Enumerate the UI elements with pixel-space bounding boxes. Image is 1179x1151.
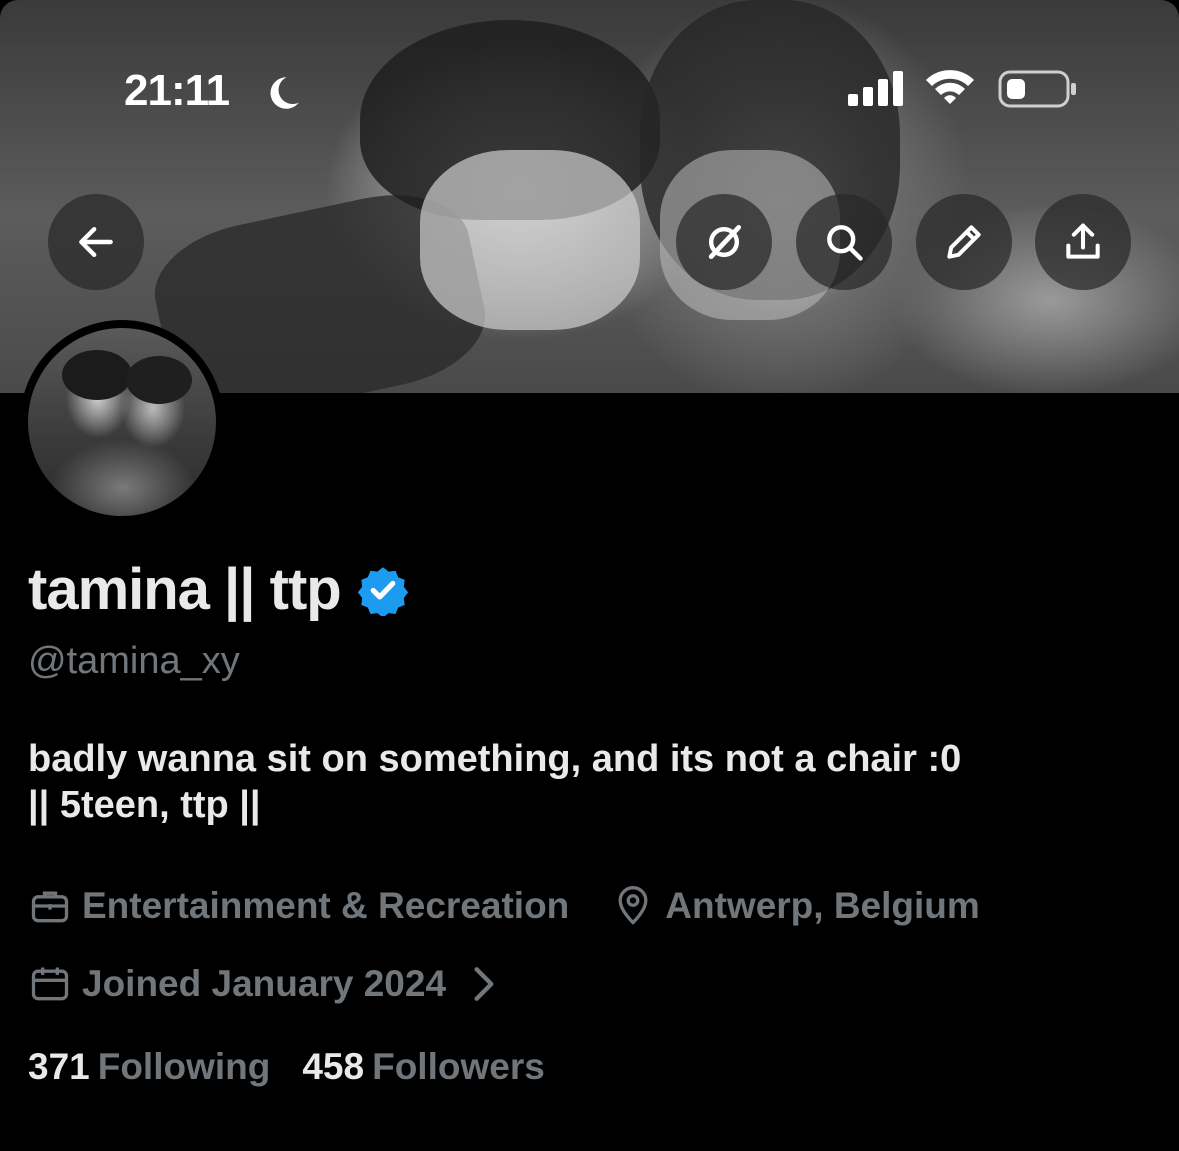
follow-stats: 371 Following 458 Followers — [28, 1046, 577, 1088]
signal-icon — [848, 71, 903, 106]
joined-text: Joined January 2024 — [82, 963, 447, 1004]
bio-line-1: badly wanna sit on something, and its no… — [28, 738, 962, 780]
following-count: 371 — [28, 1046, 90, 1087]
edit-pencil-icon — [947, 225, 981, 259]
search-icon — [827, 225, 863, 261]
back-button[interactable] — [48, 194, 144, 290]
display-name: tamina || ttp — [28, 557, 342, 622]
search-button[interactable] — [796, 194, 892, 290]
category-text: Entertainment & Recreation — [82, 885, 570, 926]
location-text: Antwerp, Belgium — [665, 885, 980, 926]
location-pin-icon — [618, 886, 648, 925]
joined-row[interactable]: Joined January 2024 — [28, 962, 516, 1006]
verified-badge-icon[interactable] — [357, 564, 409, 616]
display-name-row: tamina || ttp — [28, 556, 409, 623]
header-banner-image[interactable] — [0, 0, 1179, 393]
back-arrow-icon — [79, 226, 113, 258]
grok-icon — [708, 224, 742, 260]
profile-meta-row: Entertainment & Recreation Antwerp, Belg… — [28, 884, 1022, 928]
bio: badly wanna sit on something, and its no… — [28, 736, 1158, 828]
followers-label: Followers — [372, 1046, 545, 1087]
followers-count: 458 — [302, 1046, 365, 1087]
avatar-image — [28, 328, 216, 516]
following-label: Following — [97, 1046, 271, 1087]
briefcase-icon — [31, 891, 69, 923]
edit-button[interactable] — [916, 194, 1012, 290]
share-icon — [1066, 223, 1100, 259]
location-item: Antwerp, Belgium — [611, 884, 980, 928]
following-link[interactable]: 371 Following — [28, 1046, 270, 1088]
category-item: Entertainment & Recreation — [28, 884, 569, 928]
grok-button[interactable] — [676, 194, 772, 290]
chevron-right-icon — [474, 967, 494, 1001]
status-time: 21:11 — [124, 66, 230, 115]
bio-line-2: || 5teen, ttp || — [28, 784, 261, 826]
wifi-icon — [926, 70, 974, 104]
battery-icon — [998, 70, 1076, 108]
followers-link[interactable]: 458 Followers — [302, 1046, 544, 1088]
calendar-icon — [31, 967, 69, 1001]
avatar[interactable] — [20, 320, 224, 524]
moon-icon — [270, 77, 299, 109]
share-button[interactable] — [1035, 194, 1131, 290]
handle: @tamina_xy — [28, 640, 240, 682]
